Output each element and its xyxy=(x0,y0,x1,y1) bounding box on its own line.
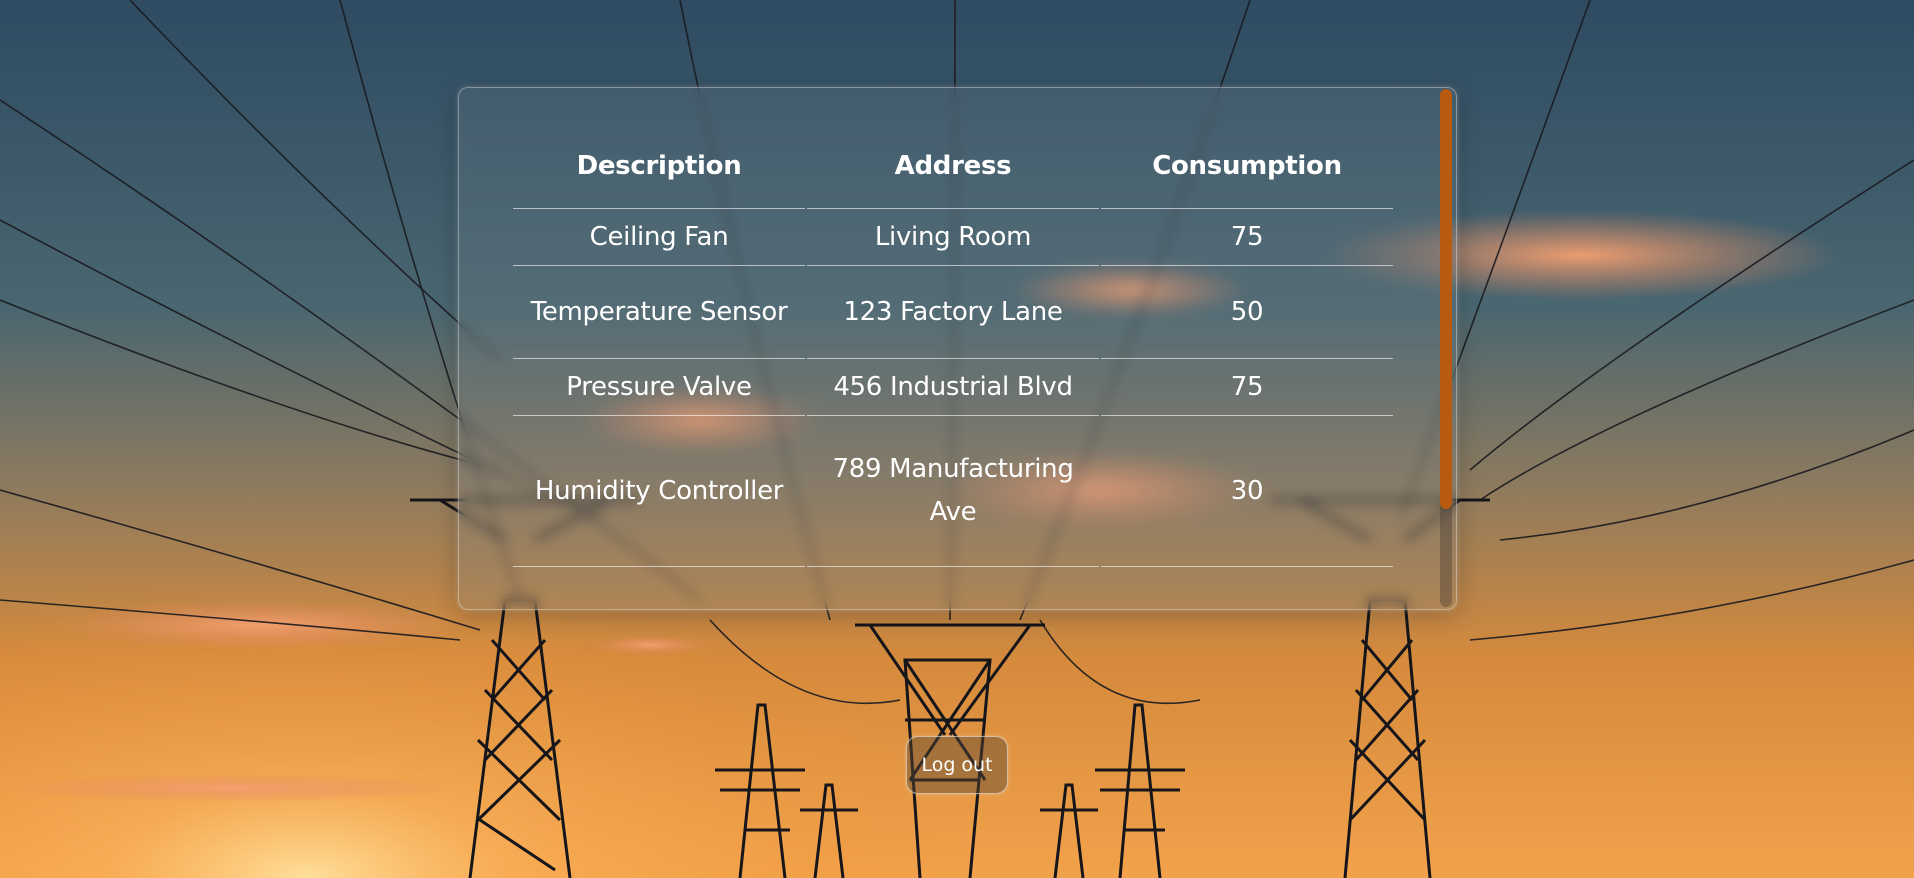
cell-description: Temperature Sensor xyxy=(513,266,805,359)
table-row: Temperature Sensor 123 Factory Lane 50 xyxy=(513,266,1393,359)
table-scroll-area[interactable]: Description Address Consumption Ceiling … xyxy=(459,88,1439,609)
column-header-description: Description xyxy=(513,124,805,209)
cell-description: Ceiling Fan xyxy=(513,209,805,266)
cell-address: 789 Manufacturing Ave xyxy=(807,416,1099,567)
cell-consumption: 30 xyxy=(1101,416,1393,567)
cell-consumption: 75 xyxy=(1101,359,1393,416)
scrollbar-thumb[interactable] xyxy=(1440,89,1452,509)
logout-button[interactable]: Log out xyxy=(906,736,1008,794)
devices-table: Description Address Consumption Ceiling … xyxy=(511,124,1395,567)
cell-consumption: 50 xyxy=(1101,266,1393,359)
column-header-address: Address xyxy=(807,124,1099,209)
cell-description: Pressure Valve xyxy=(513,359,805,416)
cell-consumption: 75 xyxy=(1101,209,1393,266)
table-row: Pressure Valve 456 Industrial Blvd 75 xyxy=(513,359,1393,416)
cell-address: Living Room xyxy=(807,209,1099,266)
cell-description: Humidity Controller xyxy=(513,416,805,567)
table-row: Ceiling Fan Living Room 75 xyxy=(513,209,1393,266)
vertical-scrollbar[interactable] xyxy=(1440,89,1452,607)
table-header-row: Description Address Consumption xyxy=(513,124,1393,209)
cell-address: 456 Industrial Blvd xyxy=(807,359,1099,416)
consumption-table-card: Description Address Consumption Ceiling … xyxy=(458,87,1457,610)
table-row: Humidity Controller 789 Manufacturing Av… xyxy=(513,416,1393,567)
column-header-consumption: Consumption xyxy=(1101,124,1393,209)
cell-address: 123 Factory Lane xyxy=(807,266,1099,359)
